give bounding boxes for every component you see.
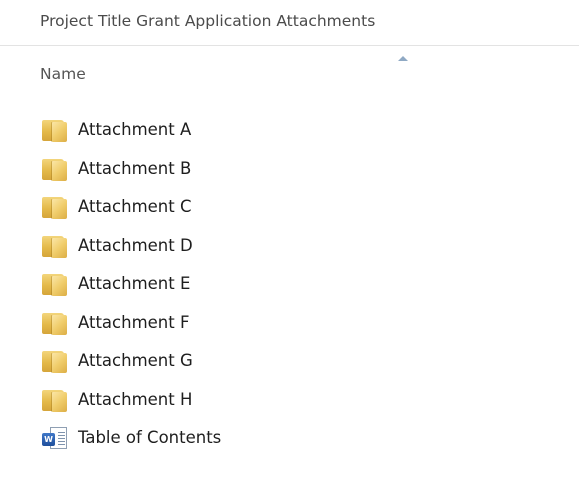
folder-icon bbox=[42, 119, 68, 143]
folder-icon bbox=[42, 235, 68, 259]
list-item-label: Attachment A bbox=[78, 120, 192, 139]
list-item-label: Table of Contents bbox=[78, 428, 222, 447]
list-item[interactable]: Attachment E bbox=[0, 267, 579, 306]
list-item[interactable]: Attachment C bbox=[0, 190, 579, 229]
list-item[interactable]: Attachment H bbox=[0, 383, 579, 422]
list-item-label: Attachment H bbox=[78, 389, 193, 409]
column-header: Name bbox=[0, 46, 579, 98]
column-header-name[interactable]: Name bbox=[40, 65, 86, 83]
word-document-icon: W bbox=[42, 427, 68, 451]
list-item-label: Attachment D bbox=[78, 235, 193, 255]
list-item-label: Attachment B bbox=[78, 158, 192, 178]
file-list: Attachment A Attachment B Attachment C A… bbox=[0, 113, 579, 460]
list-item[interactable]: Attachment A bbox=[0, 113, 579, 152]
list-item[interactable]: Attachment D bbox=[0, 229, 579, 268]
list-item-label: Attachment G bbox=[78, 351, 193, 370]
folder-icon bbox=[42, 312, 68, 336]
list-item-label: Attachment C bbox=[78, 197, 192, 216]
list-item[interactable]: Attachment F bbox=[0, 306, 579, 345]
folder-icon bbox=[42, 158, 68, 182]
folder-icon bbox=[42, 273, 68, 297]
list-item-label: Attachment E bbox=[78, 274, 191, 293]
breadcrumb[interactable]: Project Title Grant Application Attachme… bbox=[40, 12, 375, 30]
folder-icon bbox=[42, 196, 68, 220]
folder-icon bbox=[42, 350, 68, 374]
breadcrumb-bar: Project Title Grant Application Attachme… bbox=[0, 0, 579, 46]
list-item[interactable]: Attachment B bbox=[0, 152, 579, 191]
list-item[interactable]: Attachment G bbox=[0, 344, 579, 383]
sort-ascending-icon[interactable] bbox=[398, 56, 408, 61]
list-item[interactable]: W Table of Contents bbox=[0, 421, 579, 460]
list-item-label: Attachment F bbox=[78, 312, 190, 332]
folder-icon bbox=[42, 389, 68, 413]
